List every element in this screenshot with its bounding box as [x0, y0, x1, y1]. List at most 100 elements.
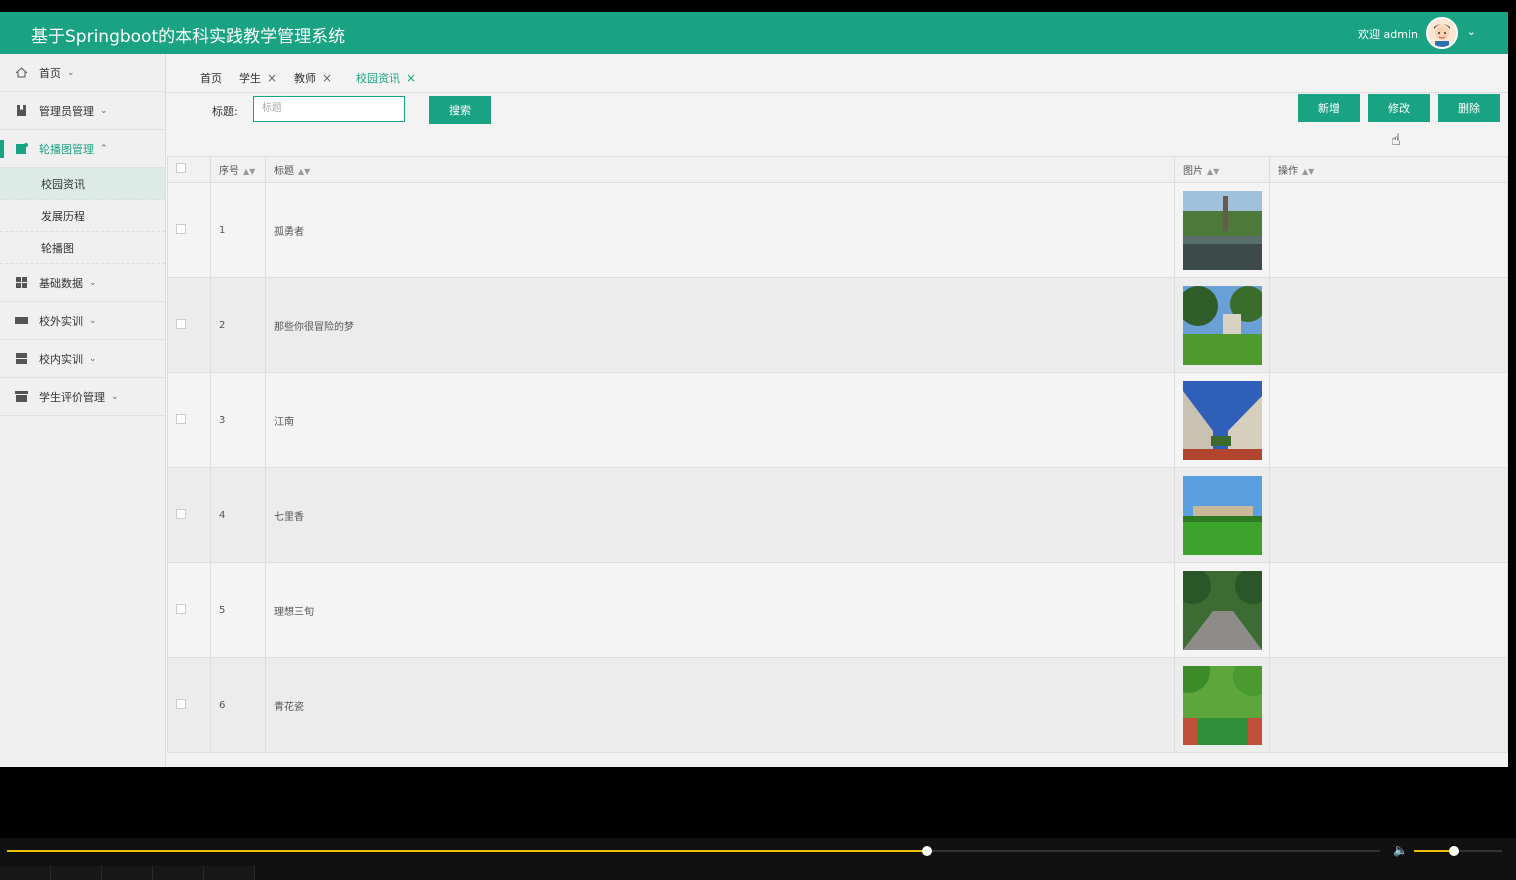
search-button[interactable]: 搜索: [429, 96, 491, 124]
tab-home[interactable]: 首页: [200, 70, 222, 86]
table-row[interactable]: 4 七里香: [167, 467, 1508, 563]
tab-student[interactable]: 学生 ×: [239, 70, 277, 86]
row-checkbox-cell[interactable]: [167, 372, 211, 468]
table-row[interactable]: 3 江南: [167, 372, 1508, 468]
top-header: 基于Springboot的本科实践教学管理系统 欢迎 admin ⌄: [0, 12, 1508, 54]
actions-cell: [1269, 182, 1508, 278]
tab-label: 学生: [239, 72, 261, 85]
col-index[interactable]: 序号 ▲▼: [210, 156, 266, 183]
sidebar-item-basic-data[interactable]: 基础数据 ⌄: [0, 264, 165, 302]
sidebar-item-label: 校外实训: [39, 314, 83, 328]
box-icon: [15, 317, 28, 324]
campus-lawn-trees-image[interactable]: [1183, 285, 1262, 365]
app-title: 基于Springboot的本科实践教学管理系统: [31, 27, 346, 47]
close-icon[interactable]: ×: [267, 71, 277, 85]
sidebar-item-carousel[interactable]: 轮播图管理 ⌃: [0, 130, 165, 168]
campus-tree-road-image[interactable]: [1183, 570, 1262, 650]
tab-teacher[interactable]: 教师 ×: [294, 70, 332, 86]
sidebar-item-label: 校内实训: [39, 352, 83, 366]
col-image[interactable]: 图片 ▲▼: [1174, 156, 1270, 183]
sort-icon[interactable]: ▲▼: [298, 167, 310, 176]
column-header-label: 操作: [1278, 166, 1298, 177]
select-all-checkbox[interactable]: [176, 163, 186, 173]
sidebar-subitem-label: 校园资讯: [41, 177, 85, 191]
actions-cell: [1269, 562, 1508, 658]
campus-buildings-sky-image[interactable]: [1183, 380, 1262, 460]
sidebar-item-label: 学生评价管理: [39, 390, 105, 404]
row-checkbox-cell[interactable]: [167, 467, 211, 563]
chevron-down-icon[interactable]: ⌄: [1467, 25, 1476, 38]
sidebar-item-home[interactable]: 首页 ⌄: [0, 54, 165, 92]
player-button[interactable]: [102, 866, 153, 880]
table-row[interactable]: 6 青花瓷: [167, 657, 1508, 753]
tab-label: 首页: [200, 72, 222, 85]
sidebar-item-internal-training[interactable]: 校内实训 ⌄: [0, 340, 165, 378]
campus-field-image[interactable]: [1183, 475, 1262, 555]
sidebar-item-evaluation[interactable]: 学生评价管理 ⌄: [0, 378, 165, 416]
delete-button[interactable]: 删除: [1438, 94, 1500, 122]
progress-bar[interactable]: [7, 846, 1380, 856]
tab-campus-news[interactable]: 校园资讯 ×: [356, 70, 416, 86]
chevron-down-icon: ⌄: [89, 315, 97, 326]
row-checkbox-cell[interactable]: [167, 182, 211, 278]
row-checkbox-cell[interactable]: [167, 562, 211, 658]
add-button[interactable]: 新增: [1298, 94, 1360, 122]
sidebar-subitem-campus-news[interactable]: 校园资讯: [0, 168, 165, 200]
pointer-cursor-icon: ☝: [1391, 130, 1401, 149]
volume-icon[interactable]: 🔈: [1393, 843, 1408, 857]
volume-slider[interactable]: [1414, 846, 1502, 856]
campus-sports-track-image[interactable]: [1183, 665, 1262, 745]
close-icon[interactable]: ×: [322, 71, 332, 85]
col-actions[interactable]: 操作 ▲▼: [1269, 156, 1508, 183]
user-avatar[interactable]: [1426, 17, 1458, 49]
volume-fill: [1414, 850, 1454, 852]
row-checkbox[interactable]: [176, 603, 186, 614]
row-checkbox[interactable]: [176, 318, 186, 329]
column-header-label: 图片: [1183, 166, 1203, 177]
app-window: 基于Springboot的本科实践教学管理系统 欢迎 admin ⌄ 首页 ⌄ …: [0, 12, 1508, 767]
row-checkbox[interactable]: [176, 698, 186, 709]
close-icon[interactable]: ×: [406, 71, 416, 85]
row-checkbox-cell[interactable]: [167, 277, 211, 373]
sidebar-item-external-training[interactable]: 校外实训 ⌄: [0, 302, 165, 340]
player-button[interactable]: [153, 866, 204, 880]
select-all-cell[interactable]: [167, 156, 211, 183]
title-cell: 孤勇者: [265, 182, 1175, 278]
sort-icon[interactable]: ▲▼: [1207, 167, 1219, 176]
chevron-down-icon: ⌄: [89, 353, 97, 364]
index-cell: 4: [210, 467, 266, 563]
player-button[interactable]: [0, 866, 51, 880]
volume-knob[interactable]: [1448, 846, 1459, 856]
sidebar: 首页 ⌄ 管理员管理 ⌄ 轮播图管理 ⌃ 校园资讯 发展历程 轮播图 基础数据 …: [0, 54, 166, 767]
column-header-label: 序号: [219, 166, 239, 177]
row-checkbox[interactable]: [176, 223, 186, 234]
sidebar-item-admin[interactable]: 管理员管理 ⌄: [0, 92, 165, 130]
col-title[interactable]: 标题 ▲▼: [265, 156, 1175, 183]
chevron-down-icon: ⌄: [89, 277, 97, 288]
edit-button[interactable]: 修改: [1368, 94, 1430, 122]
progress-knob[interactable]: [921, 846, 932, 856]
table-row[interactable]: 1 孤勇者: [167, 182, 1508, 278]
search-input[interactable]: 标题: [253, 96, 405, 122]
row-checkbox-cell[interactable]: [167, 657, 211, 753]
index-cell: 2: [210, 277, 266, 373]
index-cell: 1: [210, 182, 266, 278]
sidebar-subitem-carousel[interactable]: 轮播图: [0, 232, 165, 264]
chevron-up-icon: ⌃: [100, 143, 108, 154]
row-checkbox[interactable]: [176, 508, 186, 519]
table-row[interactable]: 5 理想三旬: [167, 562, 1508, 658]
title-cell: 七里香: [265, 467, 1175, 563]
player-button[interactable]: [204, 866, 255, 880]
title-cell: 江南: [265, 372, 1175, 468]
sidebar-subitem-history[interactable]: 发展历程: [0, 200, 165, 232]
row-checkbox[interactable]: [176, 413, 186, 424]
sort-icon[interactable]: ▲▼: [243, 167, 255, 176]
grid-icon: [16, 277, 27, 288]
table-row[interactable]: 2 那些你很冒险的梦: [167, 277, 1508, 373]
actions-cell: [1269, 372, 1508, 468]
home-icon: [15, 67, 28, 78]
player-button[interactable]: [51, 866, 102, 880]
campus-tower-lake-image[interactable]: [1183, 190, 1262, 270]
sidebar-subitem-label: 轮播图: [41, 241, 74, 255]
sort-icon[interactable]: ▲▼: [1302, 167, 1314, 176]
